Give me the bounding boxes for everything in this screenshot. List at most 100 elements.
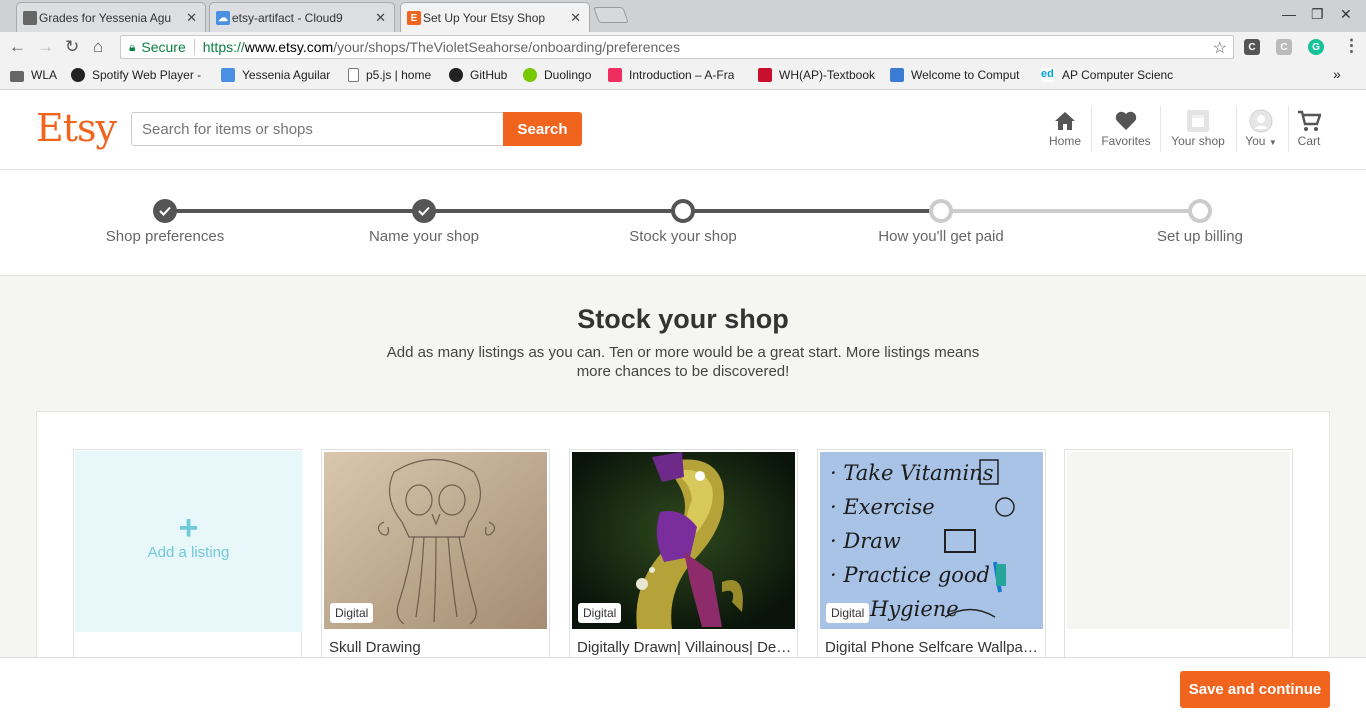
nav-home[interactable]: Home	[1043, 108, 1087, 152]
checkmark-icon	[418, 206, 430, 216]
listing-badge: Digital	[826, 603, 870, 623]
url-protocol: https://	[202, 39, 245, 55]
home-icon[interactable]: ⌂	[93, 37, 103, 57]
avatar	[1249, 108, 1273, 134]
aframe-icon	[608, 68, 622, 82]
page-title: Stock your shop	[577, 304, 789, 334]
address-bar[interactable]: 🔒︎ Secure https://www.etsy.com/your/shop…	[120, 35, 1234, 59]
bookmark-item[interactable]: WLA	[10, 68, 57, 82]
save-and-continue-button[interactable]: Save and continue	[1180, 671, 1330, 708]
search-input[interactable]	[131, 112, 504, 146]
secure-label: Secure	[141, 39, 186, 55]
listing-thumbnail[interactable]: · Take Vitamins · Exercise · Draw · Prac…	[820, 452, 1043, 629]
bookmark-label: p5.js | home	[366, 68, 432, 82]
browser-tab[interactable]: Grades for Yessenia Agu ✕	[16, 2, 206, 32]
back-icon[interactable]: ←	[9, 37, 26, 57]
browser-tab-active[interactable]: E Set Up Your Etsy Shop ✕	[400, 2, 590, 32]
listing-card[interactable]: Digital Digitally Drawn| Villainous| Dem…	[569, 449, 798, 669]
listing-card[interactable]: Digital Skull Drawing	[321, 449, 550, 669]
reload-icon[interactable]: ↻	[65, 37, 79, 57]
listing-thumbnail[interactable]: Digital	[324, 452, 547, 629]
bookmark-item[interactable]: ed AP Computer Scienc	[1041, 68, 1179, 82]
step-label[interactable]: Name your shop	[324, 228, 524, 245]
divider	[1091, 106, 1092, 152]
bookmark-item[interactable]: Yessenia Aguilar	[221, 68, 330, 82]
step-label[interactable]: Shop preferences	[65, 228, 265, 245]
nav-cart[interactable]: Cart	[1292, 108, 1326, 152]
menu-icon[interactable]: ⋮	[1343, 36, 1360, 56]
nav-cart-label: Cart	[1297, 134, 1321, 148]
restore-icon[interactable]: ❐	[1311, 6, 1324, 23]
close-icon[interactable]: ✕	[186, 10, 197, 26]
step-label: Stock your shop	[629, 228, 737, 245]
bookmark-item[interactable]: WH(AP)-Textbook	[758, 68, 875, 82]
chevron-down-icon: ▼	[1268, 138, 1277, 147]
progress-track-remaining	[941, 209, 1201, 213]
bookmark-item[interactable]: p5.js | home	[348, 68, 431, 82]
browser-toolbar: ← → ↻ ⌂ 🔒︎ Secure https://www.etsy.com/y…	[0, 32, 1366, 62]
listing-thumbnail[interactable]: Digital	[572, 452, 795, 629]
etsy-icon: E	[407, 11, 421, 25]
new-tab-button[interactable]	[593, 7, 629, 23]
lock-icon: 🔒︎	[129, 39, 136, 54]
heart-icon	[1115, 108, 1137, 134]
tab-title: etsy-artifact - Cloud9	[232, 10, 343, 25]
step-node-done	[153, 199, 177, 223]
nav-you-text: You	[1245, 134, 1266, 148]
bookmark-item[interactable]: Welcome to Comput	[890, 68, 1027, 82]
listing-title[interactable]: Digital Phone Selfcare Wallpaper	[825, 639, 1040, 656]
sticky-footer: Save and continue	[0, 657, 1366, 720]
folder-icon	[10, 70, 24, 82]
nav-favorites[interactable]: Favorites	[1096, 108, 1156, 152]
search-button[interactable]: Search	[503, 112, 582, 146]
nav-home-label: Home	[1048, 134, 1081, 148]
listing-title[interactable]: Skull Drawing	[329, 639, 544, 656]
github-icon	[449, 68, 463, 82]
page-subtitle: Add as many listings as you can. Ten or …	[386, 344, 980, 380]
listing-title[interactable]: Digitally Drawn| Villainous| Demon	[577, 639, 792, 656]
listing-card[interactable]: · Take Vitamins · Exercise · Draw · Prac…	[817, 449, 1046, 669]
browser-tab-strip: Grades for Yessenia Agu ✕ ☁ etsy-artifac…	[0, 0, 1366, 32]
checkmark-icon	[159, 206, 171, 216]
bookmark-item[interactable]: Introduction – A-Fra	[608, 68, 746, 82]
tab-title: Set Up Your Etsy Shop	[423, 10, 546, 25]
forward-icon[interactable]: →	[37, 37, 54, 57]
minimize-icon[interactable]: —	[1282, 6, 1296, 22]
empty-listing-slot	[1064, 449, 1293, 669]
cloud9-icon	[221, 68, 235, 82]
plus-icon: +	[178, 509, 199, 547]
etsy-logo[interactable]: Etsy	[36, 106, 117, 150]
close-icon[interactable]: ✕	[570, 10, 581, 26]
step-label: Set up billing	[1157, 228, 1243, 245]
extension-c-gray-icon[interactable]: C	[1276, 39, 1292, 55]
bookmark-label: Spotify Web Player -	[92, 68, 202, 82]
url-host: www.etsy.com	[244, 39, 334, 55]
bookmarks-overflow-button[interactable]: »	[1333, 66, 1341, 82]
add-listing-card[interactable]: + Add a listing	[73, 449, 302, 669]
step-label: How you'll get paid	[878, 228, 1004, 245]
textbook-icon	[758, 68, 772, 82]
edx-icon: ed	[1041, 68, 1055, 82]
bookmark-label: WH(AP)-Textbook	[779, 68, 876, 82]
bookmark-label: Yessenia Aguilar	[242, 68, 331, 82]
extension-c-icon[interactable]: C	[1244, 39, 1260, 55]
bookmark-item[interactable]: GitHub	[449, 68, 507, 82]
bookmark-item[interactable]: Duolingo	[523, 68, 591, 82]
browser-tab[interactable]: ☁ etsy-artifact - Cloud9 ✕	[209, 2, 395, 32]
step-node-current	[671, 199, 695, 223]
step-node-done	[412, 199, 436, 223]
nav-you-menu[interactable]: You ▼	[1242, 108, 1280, 152]
bookmark-item[interactable]: Spotify Web Player -	[71, 68, 208, 82]
step-node-todo	[1188, 199, 1212, 223]
url-path: /your/shops/TheVioletSeahorse/onboarding…	[333, 39, 681, 55]
divider	[1160, 106, 1161, 152]
divider	[1288, 106, 1289, 152]
grammarly-icon[interactable]: G	[1308, 39, 1324, 55]
spotify-icon	[71, 68, 85, 82]
listing-badge: Digital	[330, 603, 374, 623]
bookmark-star-icon[interactable]: ☆	[1213, 38, 1227, 58]
close-icon[interactable]: ✕	[375, 10, 386, 26]
window-close-icon[interactable]: ✕	[1340, 6, 1352, 23]
add-listing-area[interactable]: + Add a listing	[75, 451, 302, 632]
nav-your-shop[interactable]: Your shop	[1166, 108, 1230, 152]
